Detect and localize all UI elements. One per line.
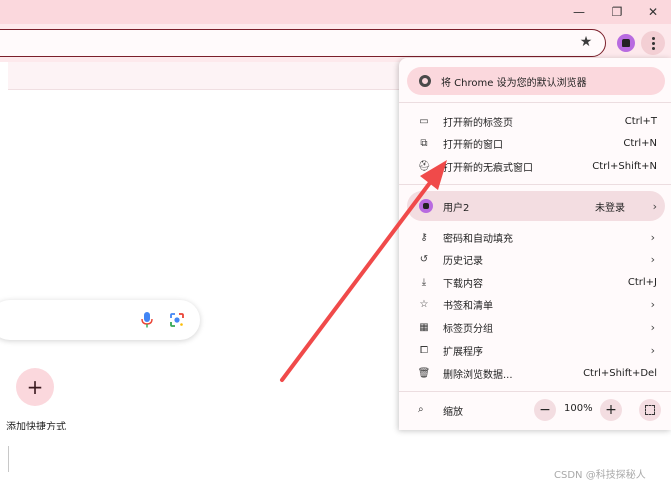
restore-button[interactable]: ❐ <box>607 3 627 21</box>
menu-item-new-tab[interactable]: ▭ 打开新的标签页 Ctrl+T <box>399 110 671 132</box>
chevron-right-icon: › <box>652 199 657 213</box>
menu-item-label: 删除浏览数据... <box>443 369 513 381</box>
zoom-label: 缩放 <box>443 407 463 418</box>
tab-groups-icon: ▦ <box>419 321 429 333</box>
zoom-out-button[interactable]: − <box>534 399 556 421</box>
menu-item-new-incognito-window[interactable]: ⛑ 打开新的无痕式窗口 Ctrl+Shift+N <box>399 155 671 177</box>
star-icon[interactable]: ★ <box>578 34 594 50</box>
menu-item-passwords[interactable]: ⚷ 密码和自动填充 › <box>399 226 671 248</box>
menu-item-label: 历史记录 <box>443 255 483 267</box>
avatar-icon <box>622 39 630 47</box>
chevron-right-icon: › <box>650 252 655 266</box>
menu-item-new-window[interactable]: ⧉ 打开新的窗口 Ctrl+N <box>399 132 671 154</box>
new-window-icon: ⧉ <box>420 137 428 149</box>
history-icon: ↺ <box>419 253 429 265</box>
menu-item-label: 打开新的窗口 <box>443 139 503 151</box>
profile-avatar-button[interactable] <box>617 34 635 52</box>
zoom-row: ⌕ 缩放 − 100% + <box>399 397 671 423</box>
menu-item-shortcut: Ctrl+N <box>623 137 657 149</box>
trash-icon: 🗑 <box>417 367 431 379</box>
zoom-icon: ⌕ <box>418 404 424 415</box>
zoom-level: 100% <box>564 403 593 414</box>
menu-item-history[interactable]: ↺ 历史记录 › <box>399 248 671 270</box>
chrome-icon <box>419 75 431 87</box>
edge-divider <box>8 446 9 472</box>
menu-item-extensions[interactable]: ⧠ 扩展程序 › <box>399 339 671 361</box>
menu-item-label: 下载内容 <box>443 278 483 290</box>
menu-item-label: 打开新的无痕式窗口 <box>443 162 533 174</box>
incognito-icon: ⛑ <box>417 160 431 172</box>
menu-item-tab-groups[interactable]: ▦ 标签页分组 › <box>399 316 671 338</box>
close-button[interactable]: ✕ <box>643 3 663 21</box>
profile-signin-status: 未登录 <box>595 202 625 214</box>
bookmark-star-icon: ☆ <box>419 298 429 310</box>
profile-name: 用户2 <box>443 202 470 214</box>
kebab-menu-icon[interactable] <box>641 31 665 55</box>
extension-icon: ⧠ <box>420 344 428 356</box>
menu-item-downloads[interactable]: ⤓ 下载内容 Ctrl+J <box>399 271 671 293</box>
menu-item-profile[interactable]: 用户2 未登录 › <box>407 191 665 221</box>
menu-item-label: 打开新的标签页 <box>443 117 513 129</box>
key-icon: ⚷ <box>420 231 428 243</box>
menu-item-label: 标签页分组 <box>443 323 493 335</box>
menu-item-label: 密码和自动填充 <box>443 233 513 245</box>
chrome-main-menu: 将 Chrome 设为您的默认浏览器 ▭ 打开新的标签页 Ctrl+T ⧉ 打开… <box>399 58 671 430</box>
menu-item-clear-browsing-data[interactable]: 🗑 删除浏览数据... Ctrl+Shift+Del <box>399 362 671 384</box>
menu-divider <box>399 102 671 103</box>
menu-item-shortcut: Ctrl+Shift+Del <box>583 367 657 379</box>
menu-item-label: 书签和清单 <box>443 300 493 312</box>
microphone-icon[interactable] <box>141 312 153 328</box>
menu-item-shortcut: Ctrl+J <box>627 276 657 288</box>
menu-item-shortcut: Ctrl+T <box>624 115 657 127</box>
profile-avatar-icon <box>419 199 433 213</box>
menu-divider <box>399 391 671 392</box>
add-shortcut-button[interactable]: + <box>16 368 54 406</box>
chevron-right-icon: › <box>650 343 655 357</box>
minimize-button[interactable]: — <box>569 3 589 21</box>
zoom-in-button[interactable]: + <box>600 399 622 421</box>
banner-label: 将 Chrome 设为您的默认浏览器 <box>441 77 587 89</box>
menu-item-label: 扩展程序 <box>443 346 483 358</box>
fullscreen-icon[interactable] <box>639 399 661 421</box>
screenshot-stage: — ❐ ✕ ★ + 添加快捷方式 CSDN @科技探秘人 将 Chrome 设为… <box>0 0 671 489</box>
chevron-right-icon: › <box>650 297 655 311</box>
menu-item-bookmarks[interactable]: ☆ 书签和清单 › <box>399 293 671 315</box>
menu-item-shortcut: Ctrl+Shift+N <box>592 160 657 172</box>
new-tab-icon: ▭ <box>419 115 429 127</box>
address-bar[interactable] <box>0 29 606 57</box>
download-icon: ⤓ <box>421 276 427 288</box>
google-lens-icon[interactable] <box>169 312 185 328</box>
watermark: CSDN @科技探秘人 <box>554 470 646 481</box>
chevron-right-icon: › <box>650 230 655 244</box>
set-default-browser-banner[interactable]: 将 Chrome 设为您的默认浏览器 <box>407 67 665 95</box>
menu-divider <box>399 184 671 185</box>
chevron-right-icon: › <box>650 320 655 334</box>
